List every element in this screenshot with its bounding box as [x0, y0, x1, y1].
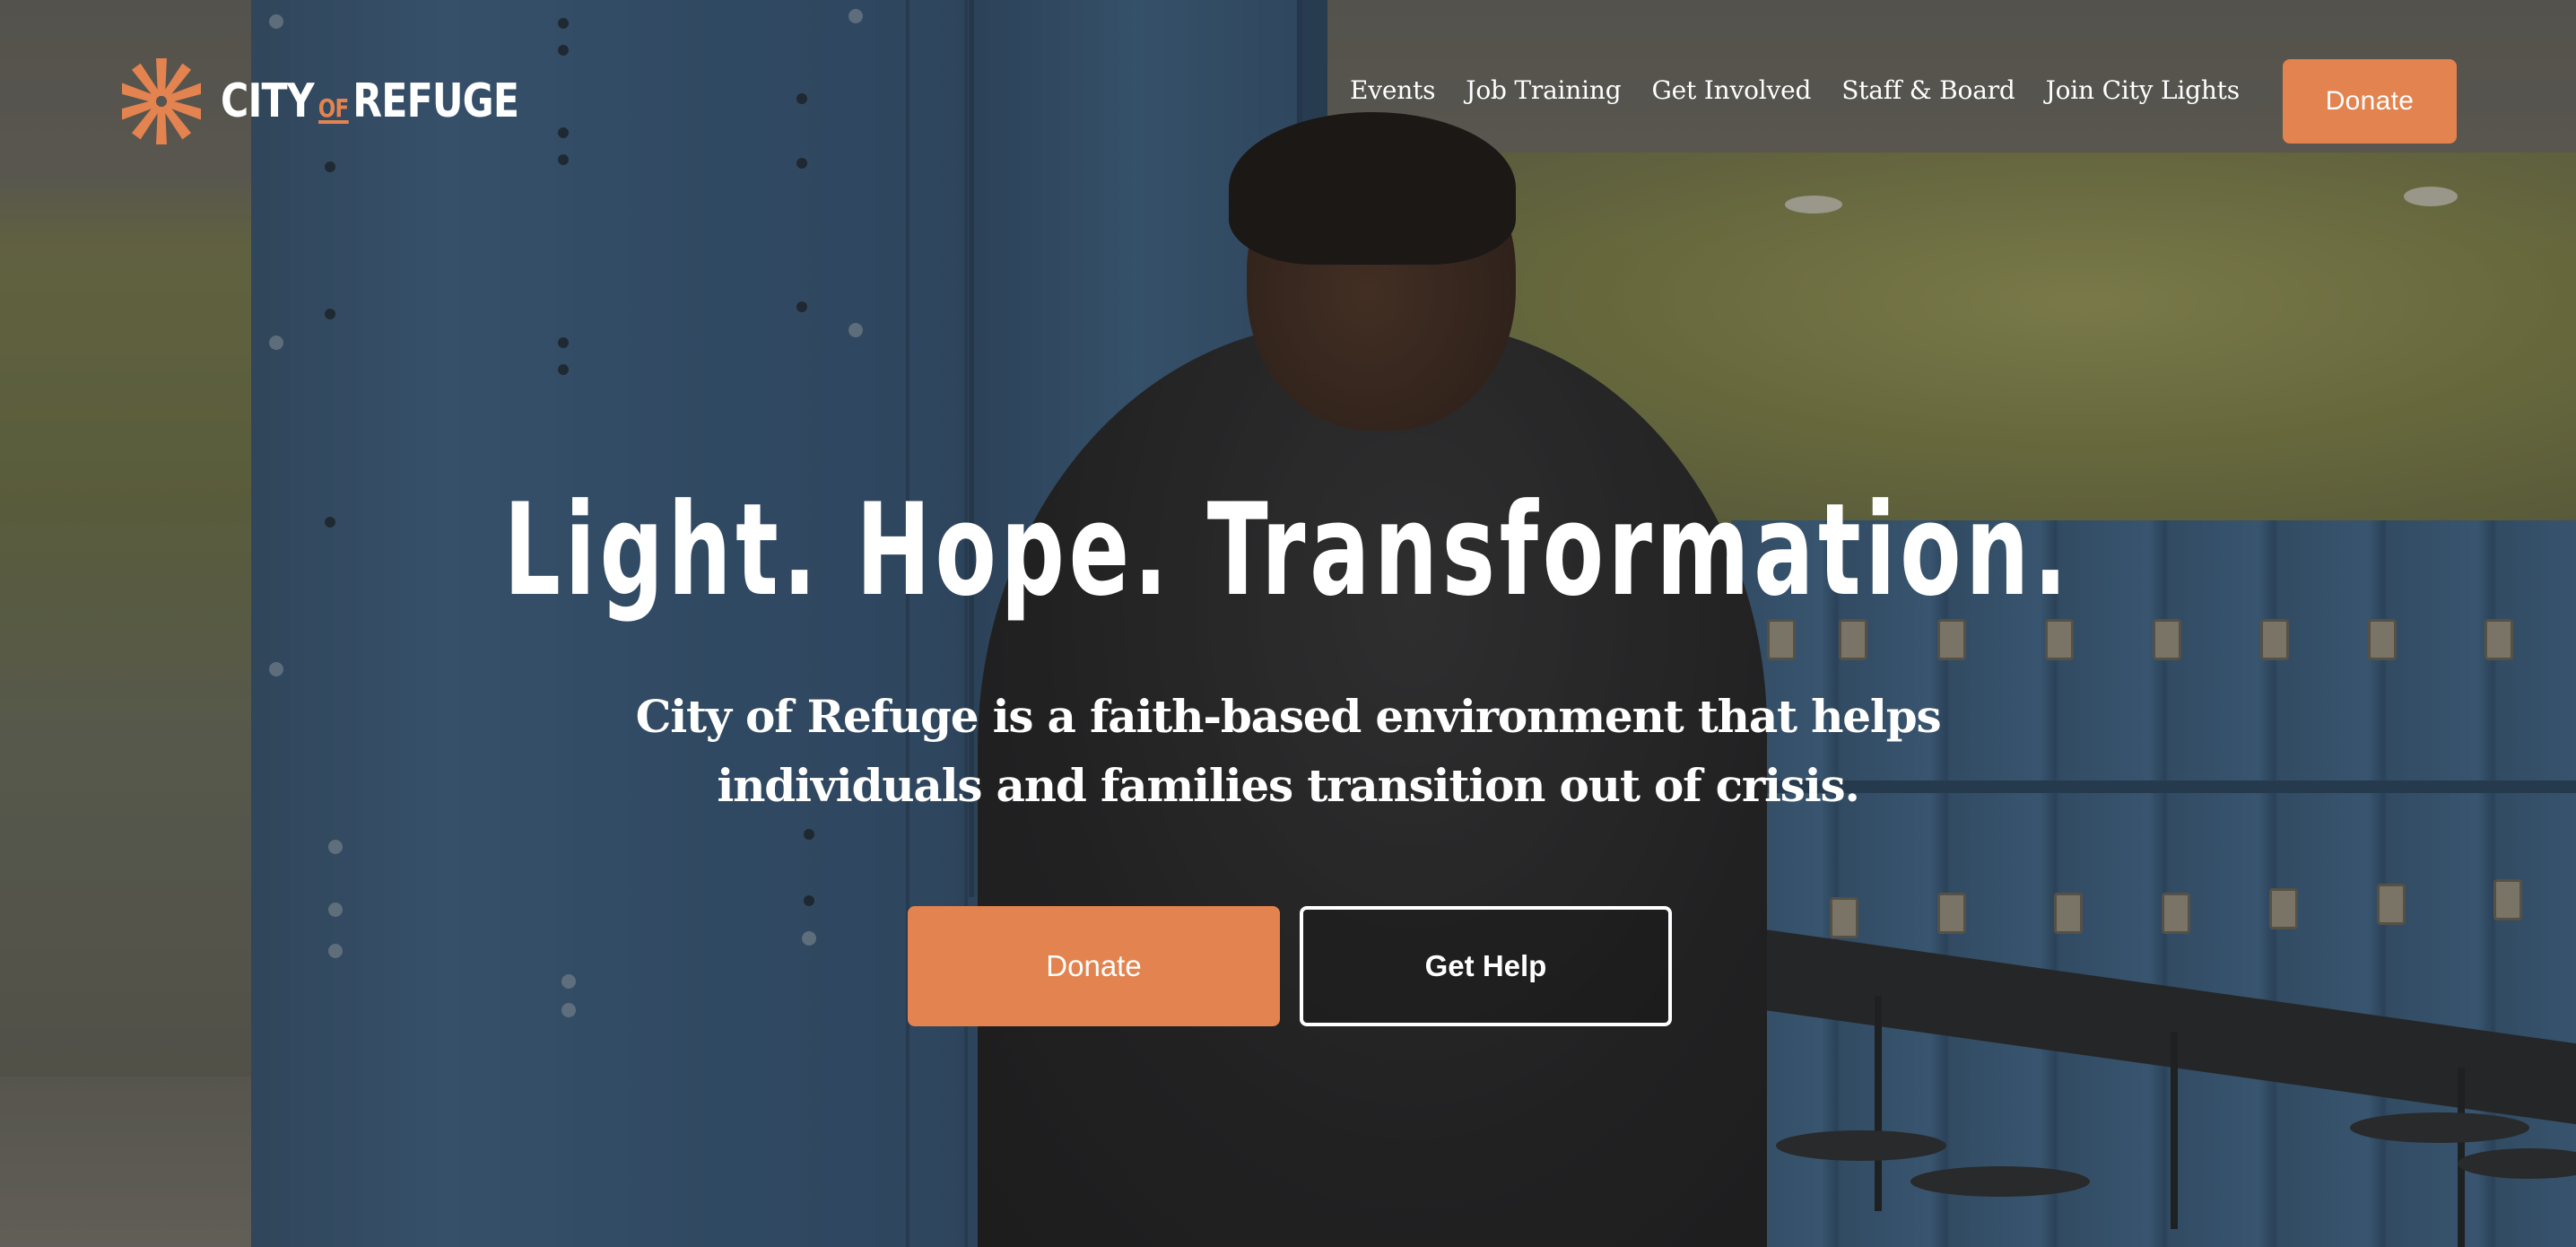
sunburst-icon [122, 58, 201, 144]
nav-link-events[interactable]: Events [1350, 75, 1435, 105]
site-logo[interactable]: CITY OF REFUGE [122, 54, 584, 149]
nav-link-get-involved[interactable]: Get Involved [1651, 75, 1811, 105]
logo-wordmark: CITY OF REFUGE [221, 74, 519, 128]
header-donate-button[interactable]: Donate [2283, 59, 2457, 144]
main-nav: Events Job Training Get Involved Staff &… [1350, 75, 2270, 105]
nav-link-join-city-lights[interactable]: Join City Lights [2046, 75, 2240, 105]
nav-link-staff-board[interactable]: Staff & Board [1841, 75, 2015, 105]
hero-subtitle: City of Refuge is a faith-based environm… [635, 690, 1942, 812]
logo-text-of: OF [318, 93, 349, 124]
site-header: CITY OF REFUGE Events Job Training Get I… [0, 0, 2576, 201]
hero-donate-button[interactable]: Donate [908, 906, 1280, 1026]
hero-title: Light. Hope. Transformation. [0, 475, 2576, 626]
nav-link-job-training[interactable]: Job Training [1466, 75, 1621, 105]
get-help-button[interactable]: Get Help [1300, 906, 1672, 1026]
logo-text-city: CITY [221, 74, 315, 128]
hero-title-text: Light. Hope. Transformation. [503, 476, 2072, 624]
logo-text-refuge: REFUGE [352, 74, 519, 128]
